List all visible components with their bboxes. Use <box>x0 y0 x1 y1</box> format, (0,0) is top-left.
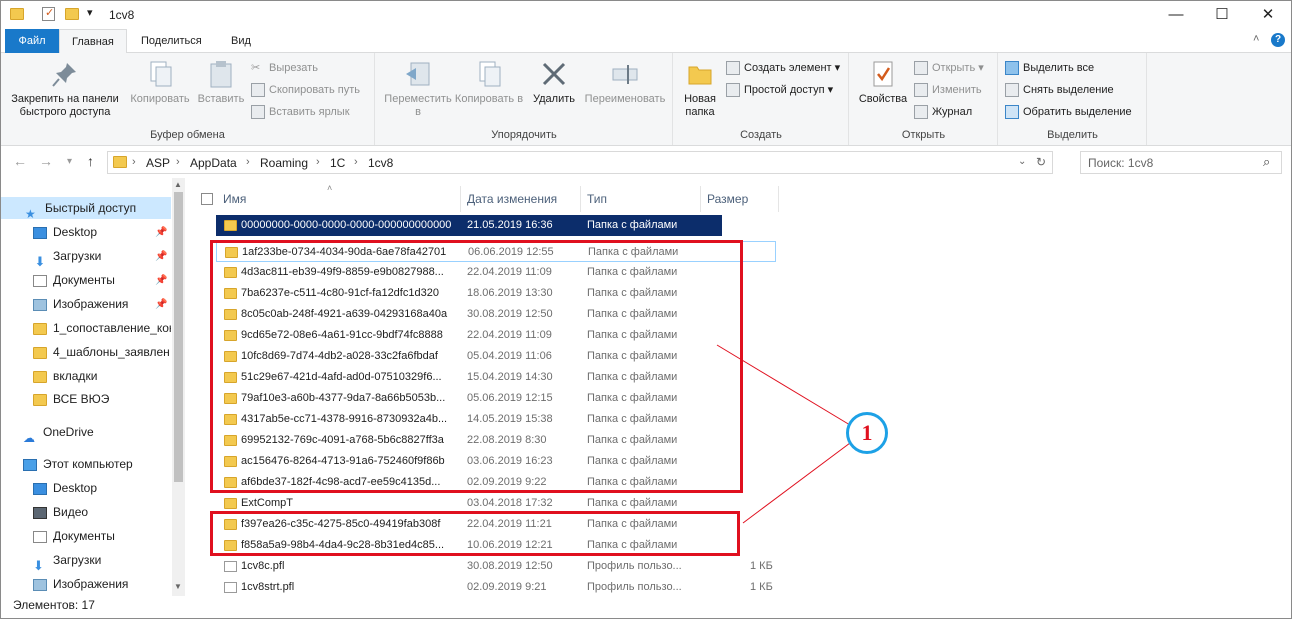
status-bar-count: Элементов: 17 <box>13 598 95 612</box>
annotation-marker: 1 <box>846 412 888 454</box>
annotation-lines <box>716 344 851 524</box>
